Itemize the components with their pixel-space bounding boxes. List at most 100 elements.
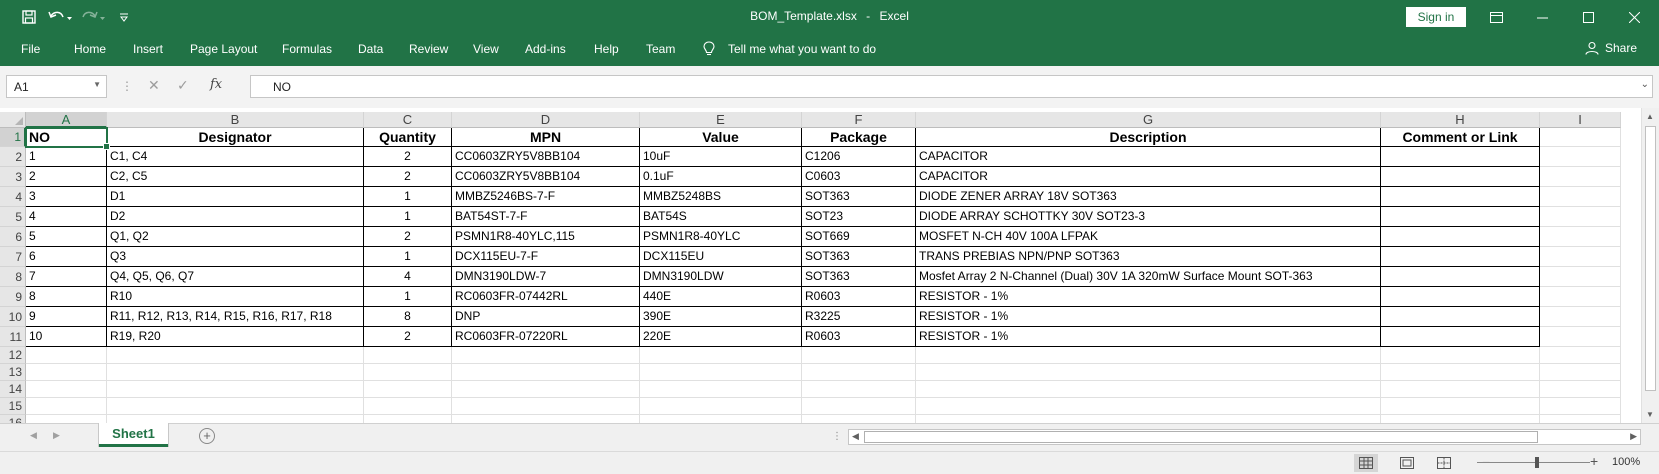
cell-c5[interactable]: 1 [364,207,452,227]
column-header-f[interactable]: F [802,112,916,128]
cell-a11[interactable]: 10 [26,327,107,347]
cell-f5[interactable]: SOT23 [802,207,916,227]
row-header-7[interactable]: 7 [0,247,26,267]
cell-e8[interactable]: DMN3190LDW [640,267,802,287]
cell-h8[interactable] [1381,267,1540,287]
cell-h2[interactable] [1381,147,1540,167]
cell-h9[interactable] [1381,287,1540,307]
scroll-up-icon[interactable]: ▲ [1646,112,1654,121]
tab-team[interactable]: Team [646,42,675,56]
cell-b13[interactable] [107,364,364,381]
cell-g8[interactable]: Mosfet Array 2 N-Channel (Dual) 30V 1A 3… [916,267,1381,287]
cell-d7[interactable]: DCX115EU-7-F [452,247,640,267]
cell-a4[interactable]: 3 [26,187,107,207]
cell-g7[interactable]: TRANS PREBIAS NPN/PNP SOT363 [916,247,1381,267]
cell-b14[interactable] [107,381,364,398]
cell-e5[interactable]: BAT54S [640,207,802,227]
cell-d12[interactable] [452,347,640,364]
sign-in-button[interactable]: Sign in [1406,7,1466,27]
cell-f15[interactable] [802,398,916,415]
tab-insert[interactable]: Insert [133,42,163,56]
cell-h12[interactable] [1381,347,1540,364]
select-all-button[interactable] [0,112,26,128]
cell-h5[interactable] [1381,207,1540,227]
cell-e15[interactable] [640,398,802,415]
cell-g6[interactable]: MOSFET N-CH 40V 100A LFPAK [916,227,1381,247]
previous-sheet-icon[interactable]: ◀ [30,430,37,441]
cell-b7[interactable]: Q3 [107,247,364,267]
vertical-scrollbar[interactable]: ▲ ▼ [1641,108,1659,423]
cell-i10[interactable] [1540,307,1621,327]
cell-f10[interactable]: R3225 [802,307,916,327]
worksheet-grid[interactable]: A B C D E F G H I 1 NO Designator Quantity MPN Value Pa… [0,108,1659,423]
cell-d13[interactable] [452,364,640,381]
tab-page-layout[interactable]: Page Layout [190,42,257,56]
cell-c10[interactable]: 8 [364,307,452,327]
page-layout-view-icon[interactable] [1395,454,1419,472]
cell-d9[interactable]: RC0603FR-07442RL [452,287,640,307]
chevron-down-icon[interactable]: ▼ [93,80,101,89]
cell-e12[interactable] [640,347,802,364]
cell-f2[interactable]: C1206 [802,147,916,167]
cell-g16[interactable] [916,415,1381,423]
row-header-14[interactable]: 14 [0,381,26,398]
maximize-icon[interactable] [1565,0,1611,34]
cell-g2[interactable]: CAPACITOR [916,147,1381,167]
formula-input[interactable]: NO ⌄ [250,75,1653,98]
tab-file[interactable]: File [21,42,40,56]
zoom-slider-knob[interactable] [1535,457,1539,468]
cell-i11[interactable] [1540,327,1621,347]
cell-i1[interactable] [1540,128,1621,147]
row-header-10[interactable]: 10 [0,307,26,327]
cell-c6[interactable]: 2 [364,227,452,247]
tab-add-ins[interactable]: Add-ins [525,42,566,56]
cell-h4[interactable] [1381,187,1540,207]
tab-data[interactable]: Data [358,42,383,56]
cell-a9[interactable]: 8 [26,287,107,307]
cell-h14[interactable] [1381,381,1540,398]
formula-bar-grip-icon[interactable]: ⋮ [121,79,133,93]
cell-f3[interactable]: C0603 [802,167,916,187]
cell-e10[interactable]: 390E [640,307,802,327]
add-sheet-icon[interactable]: + [199,428,215,444]
column-header-d[interactable]: D [452,112,640,128]
cell-c12[interactable] [364,347,452,364]
cell-b4[interactable]: D1 [107,187,364,207]
cell-e7[interactable]: DCX115EU [640,247,802,267]
tab-help[interactable]: Help [594,42,619,56]
cell-a7[interactable]: 6 [26,247,107,267]
cell-b3[interactable]: C2, C5 [107,167,364,187]
cell-g3[interactable]: CAPACITOR [916,167,1381,187]
cell-e6[interactable]: PSMN1R8-40YLC [640,227,802,247]
name-box[interactable]: A1 ▼ [6,75,107,98]
next-sheet-icon[interactable]: ▶ [53,430,60,441]
cell-c16[interactable] [364,415,452,423]
row-header-13[interactable]: 13 [0,364,26,381]
cell-d8[interactable]: DMN3190LDW-7 [452,267,640,287]
cell-g4[interactable]: DIODE ZENER ARRAY 18V SOT363 [916,187,1381,207]
cell-f16[interactable] [802,415,916,423]
expand-formula-bar-icon[interactable]: ⌄ [1641,79,1649,90]
cell-a14[interactable] [26,381,107,398]
row-header-11[interactable]: 11 [0,327,26,347]
cell-g5[interactable]: DIODE ARRAY SCHOTTKY 30V SOT23-3 [916,207,1381,227]
cell-a6[interactable]: 5 [26,227,107,247]
cell-e2[interactable]: 10uF [640,147,802,167]
horizontal-scroll-thumb[interactable] [864,431,1538,443]
cell-b11[interactable]: R19, R20 [107,327,364,347]
cell-g12[interactable] [916,347,1381,364]
tab-split-grip-icon[interactable]: ⋮ [832,431,842,442]
cell-f13[interactable] [802,364,916,381]
scroll-right-icon[interactable]: ▶ [1630,431,1637,442]
cell-g1[interactable]: Description [916,128,1381,147]
cell-i2[interactable] [1540,147,1621,167]
cell-g11[interactable]: RESISTOR - 1% [916,327,1381,347]
column-header-h[interactable]: H [1381,112,1540,128]
cell-c3[interactable]: 2 [364,167,452,187]
cell-e14[interactable] [640,381,802,398]
tell-me-search[interactable]: Tell me what you want to do [703,41,876,57]
cell-c8[interactable]: 4 [364,267,452,287]
cell-f12[interactable] [802,347,916,364]
cell-a16[interactable] [26,415,107,423]
cell-i14[interactable] [1540,381,1621,398]
